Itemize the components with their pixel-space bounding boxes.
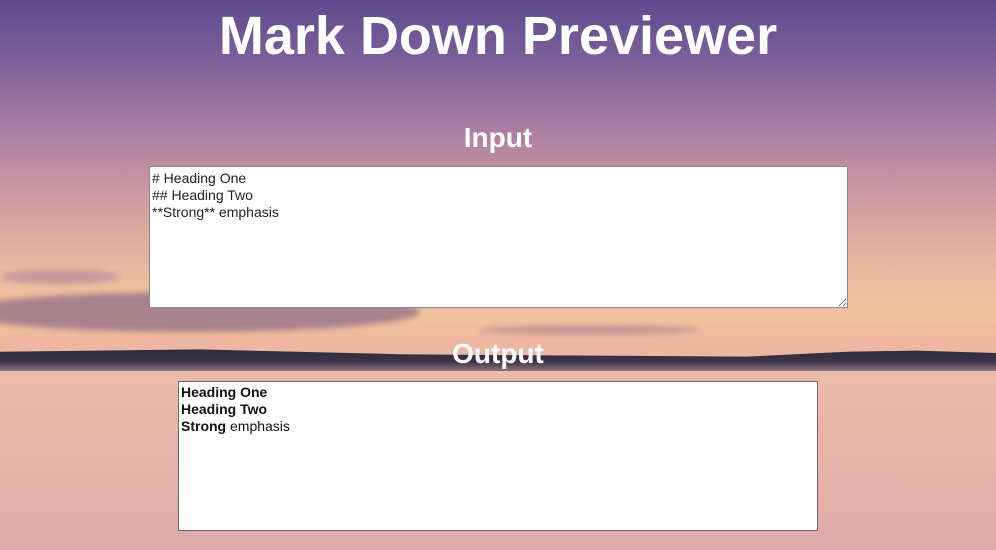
markdown-preview: Heading One Heading Two Strong emphasis xyxy=(178,381,818,531)
input-label: Input xyxy=(463,122,533,153)
markdown-input[interactable]: # Heading One ## Heading Two **Strong** … xyxy=(149,166,848,308)
preview-strong-text: Strong xyxy=(181,418,227,434)
preview-heading-one: Heading One xyxy=(181,384,268,400)
preview-heading-two: Heading Two xyxy=(181,401,268,417)
preview-paragraph: Strong emphasis xyxy=(181,418,815,435)
preview-emphasis-text: emphasis xyxy=(226,418,290,434)
background-cloud xyxy=(0,270,120,284)
background-cloud xyxy=(480,326,700,334)
output-label: Output xyxy=(452,338,544,369)
page-title: Mark Down Previewer xyxy=(218,6,778,66)
